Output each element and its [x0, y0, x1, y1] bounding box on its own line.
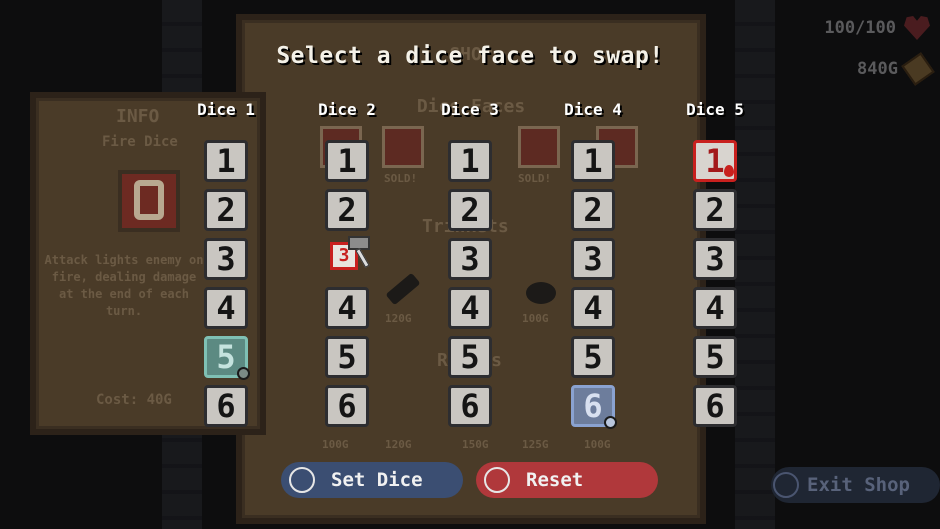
dice-face[interactable]: 3 [693, 238, 737, 280]
dice-label: Dice 3 [441, 100, 499, 119]
health-text: 100/100 [824, 18, 896, 38]
dice-column-3: Dice 3 1 2 3 4 5 6 [430, 100, 510, 434]
dice-face[interactable]: 1 [204, 140, 248, 182]
dice-face[interactable]: 2 [693, 189, 737, 231]
dice-face[interactable]: 2 [325, 189, 369, 231]
relic-price: 100G [322, 438, 349, 451]
dice-face-value: 6 [583, 387, 603, 425]
relic-price: 125G [522, 438, 549, 451]
dice-face[interactable]: 3 [204, 238, 248, 280]
fire-drop-icon [724, 165, 734, 177]
dice-face[interactable]: 4 [448, 287, 492, 329]
drag-cursor[interactable]: 3 [330, 236, 370, 270]
dice-face-value: 5 [216, 338, 236, 376]
dice-face[interactable]: 4 [693, 287, 737, 329]
dice-face-value: 1 [705, 142, 725, 180]
dice-label: Dice 1 [197, 100, 255, 119]
dice-face[interactable]: 5 [571, 336, 615, 378]
dice-face[interactable]: 1 [325, 140, 369, 182]
dice-face-fire[interactable]: 1 [693, 140, 737, 182]
trinket-ring-icon[interactable] [526, 282, 556, 304]
relic-price: 120G [385, 438, 412, 451]
info-title: INFO [116, 106, 160, 127]
dice-face-upgraded[interactable]: 5 [204, 336, 250, 380]
dice-face[interactable]: 4 [571, 287, 615, 329]
info-item-name: Fire Dice [102, 134, 178, 150]
health-display: 100/100 [824, 16, 930, 40]
dice-column-4: Dice 4 1 2 3 4 5 6 [553, 100, 633, 434]
fire-dice-face-icon [118, 170, 180, 232]
reset-button[interactable]: Reset [476, 462, 658, 498]
trinket-price: 100G [522, 312, 549, 325]
dice-face[interactable]: 1 [448, 140, 492, 182]
dice-face-upgraded[interactable]: 6 [571, 385, 617, 429]
controller-button-icon [289, 467, 315, 493]
dice-face[interactable]: 6 [448, 385, 492, 427]
dice-face[interactable]: 4 [204, 287, 248, 329]
shield-marker-icon [237, 367, 250, 380]
dice-label: Dice 5 [686, 100, 744, 119]
dice-face[interactable]: 4 [325, 287, 369, 329]
controller-button-icon [773, 472, 799, 498]
dice-face[interactable]: 1 [571, 140, 615, 182]
sold-label: SOLD! [518, 172, 552, 185]
dice-face[interactable]: 5 [448, 336, 492, 378]
shop-dice-face-item[interactable] [382, 126, 424, 168]
sold-label: SOLD! [384, 172, 418, 185]
dice-face[interactable]: 5 [325, 336, 369, 378]
shield-marker-icon [604, 416, 617, 429]
relic-price: 150G [462, 438, 489, 451]
dice-face[interactable]: 3 [448, 238, 492, 280]
swap-prompt-heading: Select a dice face to swap! [276, 43, 664, 69]
exit-shop-button[interactable]: Exit Shop [771, 467, 940, 503]
set-dice-button[interactable]: Set Dice [281, 462, 463, 498]
dice-column-5: Dice 5 1 2 3 4 5 6 [675, 100, 755, 434]
info-cost: Cost: 40G [96, 392, 172, 408]
reset-label: Reset [526, 469, 584, 491]
exit-shop-label: Exit Shop [807, 474, 910, 496]
dice-face[interactable]: 2 [204, 189, 248, 231]
dice-face[interactable]: 6 [204, 385, 248, 427]
dice-face[interactable]: 2 [571, 189, 615, 231]
heart-icon [904, 16, 930, 40]
relic-price: 100G [584, 438, 611, 451]
trinket-price: 120G [385, 312, 412, 325]
dice-face[interactable]: 2 [448, 189, 492, 231]
dice-face[interactable]: 6 [325, 385, 369, 427]
controller-button-icon [484, 467, 510, 493]
dice-face[interactable]: 6 [693, 385, 737, 427]
set-dice-label: Set Dice [331, 469, 423, 491]
dice-face[interactable]: 5 [693, 336, 737, 378]
dice-column-1: Dice 1 1 2 3 4 5 6 [186, 100, 266, 434]
dice-face[interactable]: 3 [571, 238, 615, 280]
dice-label: Dice 4 [564, 100, 622, 119]
trinket-dagger-icon[interactable] [385, 272, 421, 306]
dice-label: Dice 2 [318, 100, 376, 119]
info-description: Attack lights enemy on fire, dealing dam… [44, 253, 204, 318]
